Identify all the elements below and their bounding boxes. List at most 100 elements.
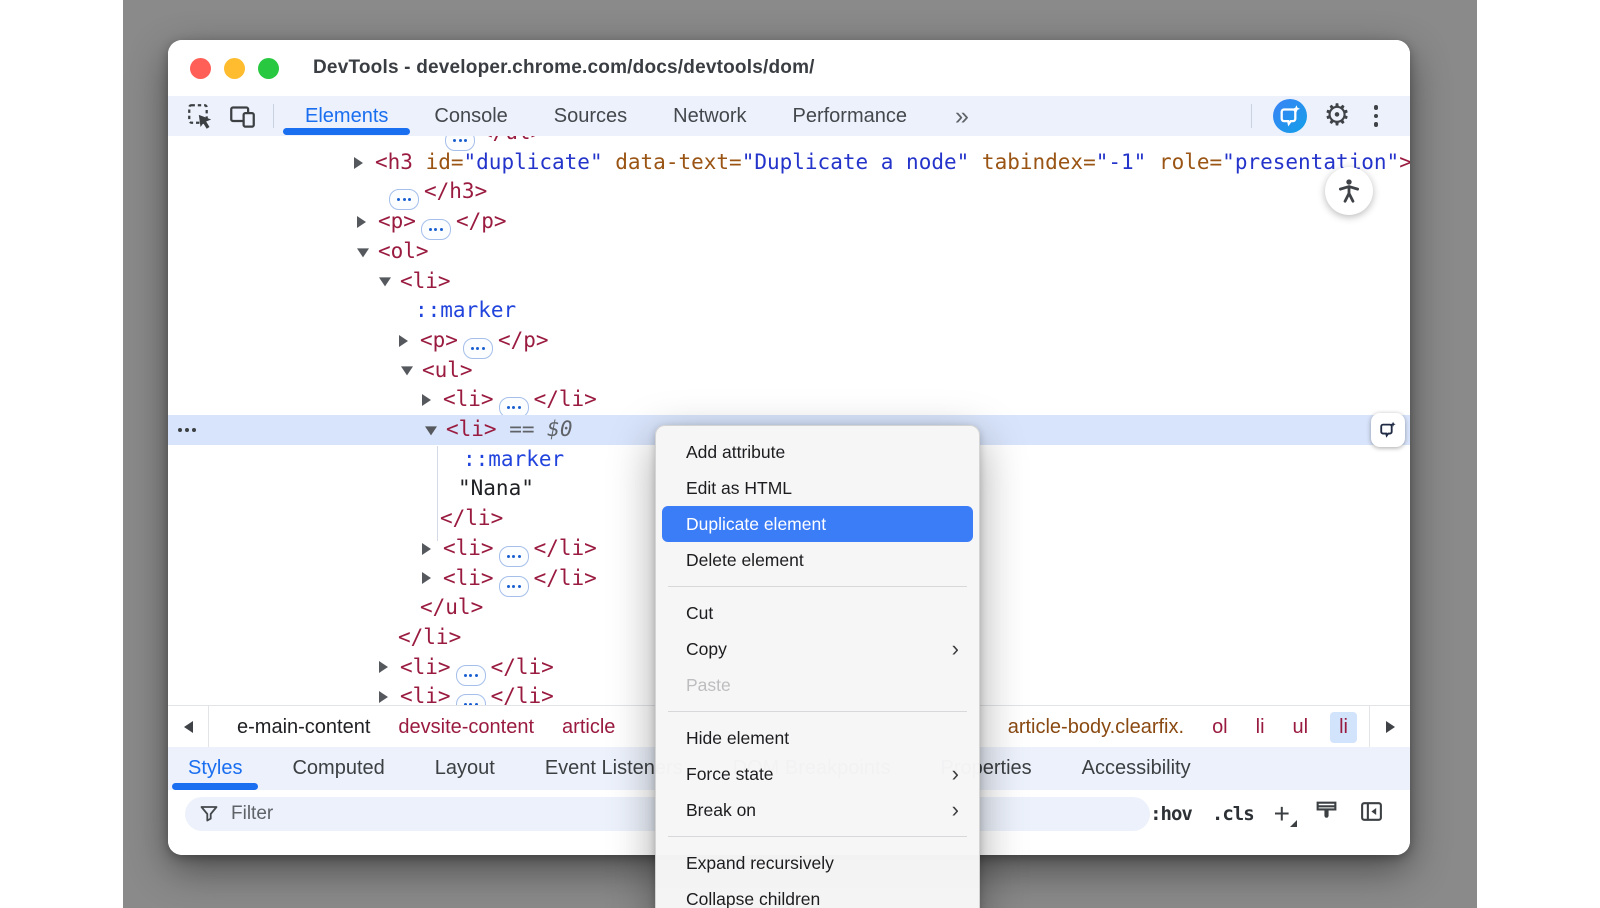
token-tag: <li> xyxy=(443,536,494,560)
expand-arrow-icon[interactable] xyxy=(354,157,363,169)
menu-item-force-state[interactable]: Force state› xyxy=(662,756,973,792)
breadcrumb-item-ul[interactable]: ul xyxy=(1293,716,1309,739)
toolbar-right: ⚙ xyxy=(1247,99,1384,133)
close-button[interactable] xyxy=(190,58,211,79)
token-tag: <ul> xyxy=(422,358,473,382)
token-attr: data-text= xyxy=(615,150,741,174)
breadcrumb-item-article[interactable]: article xyxy=(562,716,615,739)
menu-item-collapse-children[interactable]: Collapse children xyxy=(662,881,973,908)
zoom-button[interactable] xyxy=(258,58,279,79)
menu-separator xyxy=(668,586,967,587)
panel-tab-computed[interactable]: Computed xyxy=(292,747,384,790)
submenu-arrow-icon: › xyxy=(952,763,959,785)
menu-item-expand-recursively[interactable]: Expand recursively xyxy=(662,845,973,881)
menu-item-edit-as-html[interactable]: Edit as HTML xyxy=(662,470,973,506)
token-tag: <li> xyxy=(400,684,451,705)
breadcrumb-item-ol[interactable]: ol xyxy=(1212,716,1228,739)
ai-assist-chip-button[interactable] xyxy=(1371,413,1405,447)
token-tag: </li> xyxy=(440,506,503,530)
breadcrumb-item-e-main-content[interactable]: e-main-content xyxy=(237,716,370,739)
menu-item-label: Force state xyxy=(686,764,952,785)
more-tabs-icon[interactable]: » xyxy=(955,102,967,131)
menu-item-duplicate-element[interactable]: Duplicate element xyxy=(662,506,973,542)
expand-arrow-icon[interactable] xyxy=(379,691,388,703)
token-tag: <li> xyxy=(443,566,494,590)
menu-item-delete-element[interactable]: Delete element xyxy=(662,542,973,578)
token-tag: </h3> xyxy=(424,179,487,203)
ai-assistance-icon[interactable] xyxy=(1273,99,1307,133)
menu-item-add-attribute[interactable]: Add attribute xyxy=(662,434,973,470)
expand-arrow-icon[interactable] xyxy=(379,661,388,673)
token-tag: </li> xyxy=(534,387,597,411)
settings-gear-icon[interactable]: ⚙ xyxy=(1324,101,1351,131)
breadcrumb-scroll-right-button[interactable] xyxy=(1369,706,1410,748)
menu-item-label: Break on xyxy=(686,800,952,821)
panel-tab-layout[interactable]: Layout xyxy=(435,747,495,790)
devtools-toolbar: Elements Console Sources Network Performance… xyxy=(168,96,1410,136)
dom-node-row[interactable]: <li></li> xyxy=(168,385,1410,415)
tab-sources[interactable]: Sources xyxy=(554,96,627,136)
token-tag: <p> xyxy=(378,209,416,233)
breadcrumb-item-devsite-content[interactable]: devsite-content xyxy=(398,716,534,739)
dom-node-text: <p></p> xyxy=(168,326,1410,359)
panel-tab-accessibility[interactable]: Accessibility xyxy=(1082,747,1191,790)
tab-performance[interactable]: Performance xyxy=(793,96,908,136)
breadcrumb-item-li[interactable]: li xyxy=(1330,712,1357,743)
expand-arrow-icon[interactable] xyxy=(399,335,408,347)
token-val: "Duplicate a node" xyxy=(742,150,970,174)
toggle-sidebar-icon[interactable] xyxy=(1359,799,1384,829)
expand-arrow-icon[interactable] xyxy=(422,543,431,555)
breadcrumb-left-group: e-main-content devsite-content article xyxy=(209,716,615,739)
dom-node-text: <p></p> xyxy=(168,207,1410,240)
dom-node-row[interactable]: </ul> xyxy=(168,136,1410,148)
token-tag: </ul> xyxy=(420,595,483,619)
expand-arrow-icon[interactable] xyxy=(422,572,431,584)
dom-node-row[interactable]: <li> xyxy=(168,267,1410,297)
menu-item-copy[interactable]: Copy› xyxy=(662,631,973,667)
collapse-arrow-icon[interactable] xyxy=(425,426,437,435)
collapse-arrow-icon[interactable] xyxy=(401,367,413,376)
tab-network[interactable]: Network xyxy=(673,96,746,136)
new-style-rule-plus-icon[interactable]: + xyxy=(1274,800,1294,828)
breadcrumb-scroll-left-button[interactable] xyxy=(168,706,209,748)
menu-item-label: Edit as HTML xyxy=(686,478,963,499)
window-title: DevTools - developer.chrome.com/docs/dev… xyxy=(313,57,815,79)
menu-item-hide-element[interactable]: Hide element xyxy=(662,720,973,756)
token-tag: <li> xyxy=(400,655,451,679)
minimize-button[interactable] xyxy=(224,58,245,79)
toggle-cls[interactable]: .cls xyxy=(1212,803,1254,825)
collapse-arrow-icon[interactable] xyxy=(357,248,369,257)
token-tag: <ol> xyxy=(378,239,429,263)
dom-node-row[interactable]: <p></p> xyxy=(168,326,1410,356)
accessibility-badge[interactable] xyxy=(1325,167,1373,215)
menu-item-cut[interactable]: Cut xyxy=(662,595,973,631)
breadcrumb-item-li[interactable]: li xyxy=(1256,716,1265,739)
dom-node-row[interactable]: <ul> xyxy=(168,356,1410,386)
breadcrumb-item-article-body-clearfix-[interactable]: article-body.clearfix. xyxy=(1008,716,1184,739)
tab-elements[interactable]: Elements xyxy=(305,96,388,136)
collapse-arrow-icon[interactable] xyxy=(379,278,391,287)
panel-tab-styles[interactable]: Styles xyxy=(188,747,242,790)
token-tag: </li> xyxy=(398,625,461,649)
expand-arrow-icon[interactable] xyxy=(357,216,366,228)
inspect-element-icon[interactable] xyxy=(186,102,214,130)
toggle-hov[interactable]: :hov xyxy=(1150,803,1192,825)
dom-node-row[interactable]: <p></p> xyxy=(168,207,1410,237)
token-tag: </li> xyxy=(491,684,554,705)
device-toolbar-icon[interactable] xyxy=(228,102,256,130)
tab-console[interactable]: Console xyxy=(434,96,507,136)
dom-node-row[interactable]: ::marker xyxy=(168,296,1410,326)
expand-arrow-icon[interactable] xyxy=(422,394,431,406)
inline-expand-button[interactable] xyxy=(456,694,486,705)
dom-node-row[interactable]: <h3 id="duplicate" data-text="Duplicate … xyxy=(168,148,1410,178)
rendering-emulation-brush-icon[interactable] xyxy=(1314,799,1339,829)
dom-node-row[interactable]: <ol> xyxy=(168,237,1410,267)
menu-item-break-on[interactable]: Break on› xyxy=(662,792,973,828)
more-options-kebab-icon[interactable] xyxy=(1368,103,1385,129)
ai-assistance-icon xyxy=(1378,420,1398,440)
dom-node-row[interactable]: </h3> xyxy=(168,177,1410,207)
left-arrow-icon xyxy=(184,721,193,733)
menu-item-label: Hide element xyxy=(686,728,963,749)
row-actions-dots-icon[interactable] xyxy=(178,428,196,432)
token-val: "duplicate" xyxy=(464,150,603,174)
